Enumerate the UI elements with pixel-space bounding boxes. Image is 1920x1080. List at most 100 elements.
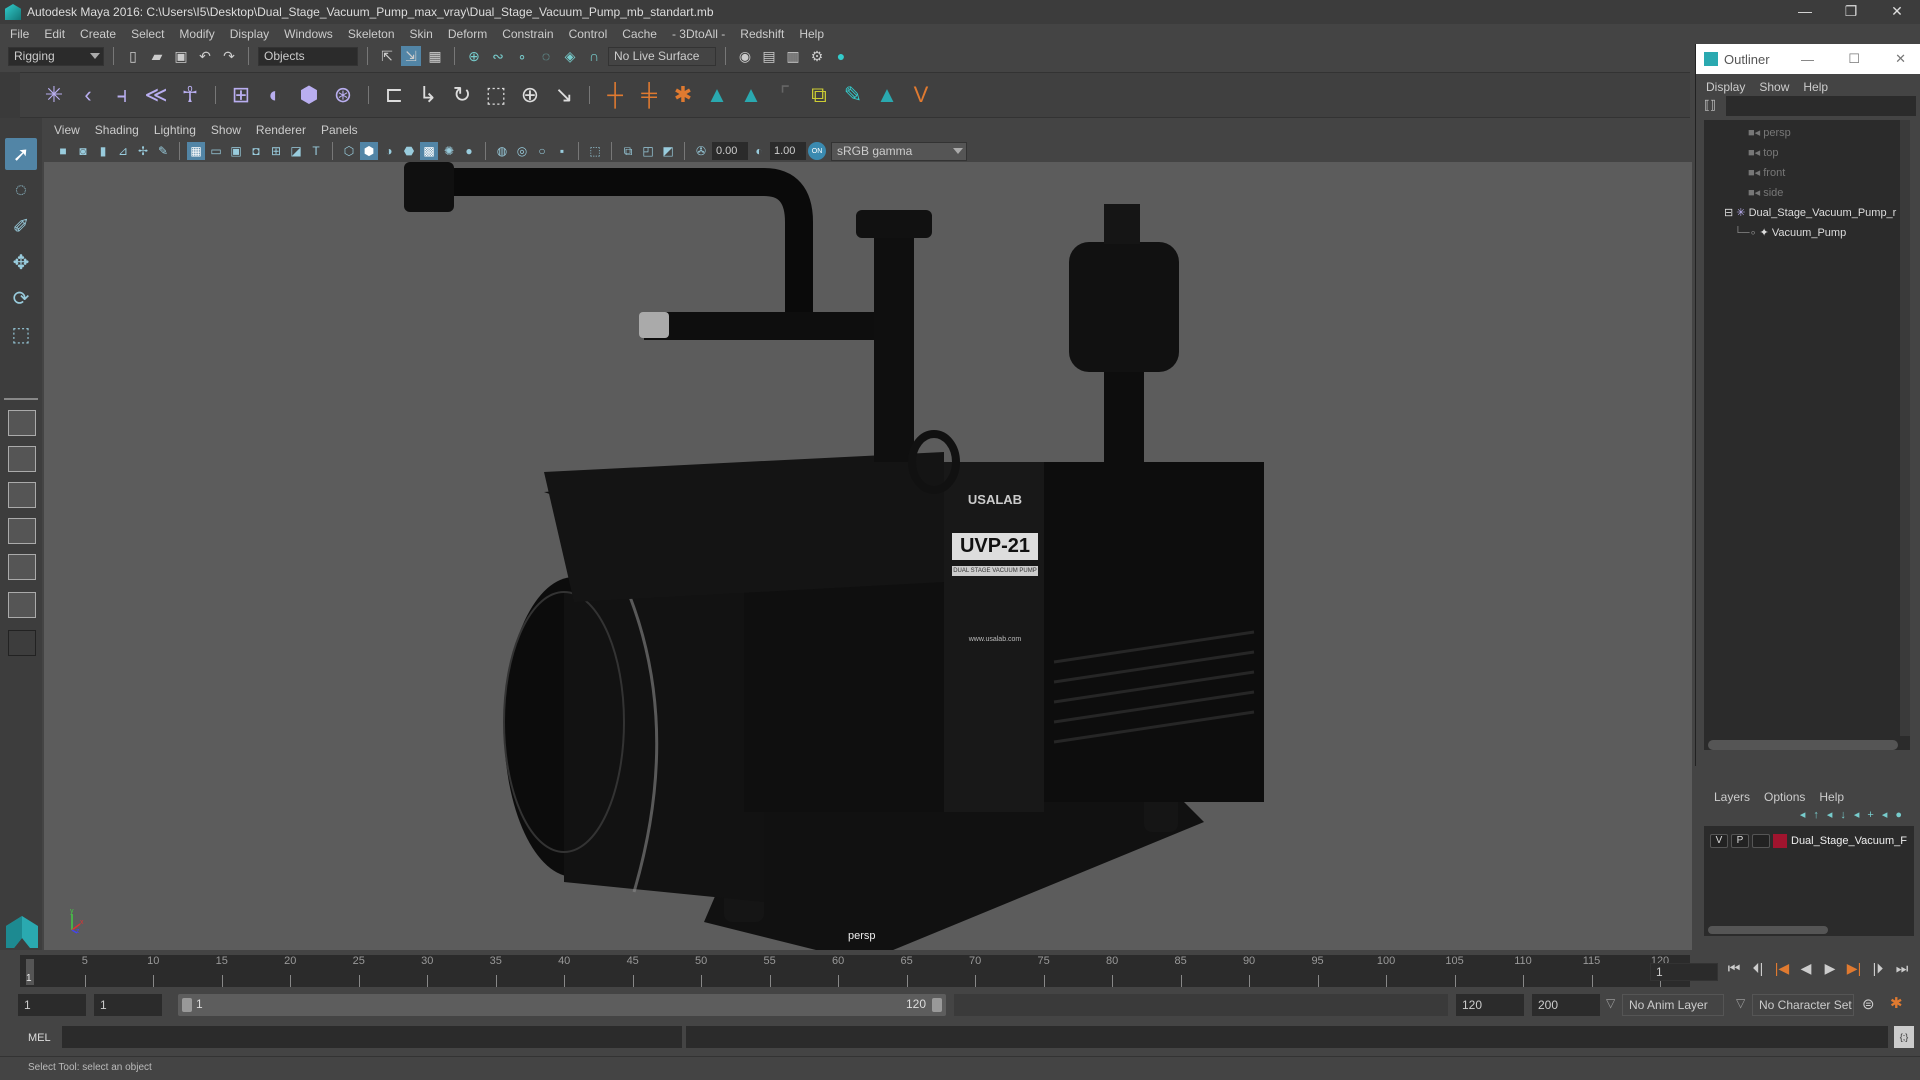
menu-3dtoall[interactable]: - 3DtoAll -: [672, 27, 725, 41]
outliner-hscrollbar[interactable]: [1708, 740, 1898, 750]
xray-joints-icon[interactable]: ◰: [639, 142, 657, 160]
layout-options-button[interactable]: [8, 630, 36, 656]
joint-tool-icon[interactable]: ✳: [40, 81, 68, 109]
character-icon[interactable]: ✱: [669, 81, 697, 109]
lattice-icon[interactable]: ⬢: [295, 81, 323, 109]
ik-handle-icon[interactable]: ‹: [74, 81, 102, 109]
wireframe-on-shaded-icon[interactable]: ⬣: [400, 142, 418, 160]
lasso-tool-icon[interactable]: ◌: [5, 174, 37, 206]
select-hierarchy-icon[interactable]: ⇱: [377, 46, 397, 66]
minimize-button[interactable]: —: [1782, 0, 1828, 24]
start-time-field[interactable]: 1: [18, 994, 86, 1016]
maya-script-icon-3[interactable]: ▲: [873, 81, 901, 109]
layer-hscrollbar[interactable]: [1708, 926, 1828, 934]
four-view-layout-button[interactable]: [8, 446, 36, 472]
bookmark-icon[interactable]: ▮: [94, 142, 112, 160]
use-all-lights-icon[interactable]: ✺: [440, 142, 458, 160]
script-editor-icon[interactable]: {;}: [1894, 1026, 1914, 1048]
menu-display[interactable]: Display: [230, 27, 269, 41]
layer-menu-options[interactable]: Options: [1764, 790, 1805, 804]
outliner-close-button[interactable]: ✕: [1895, 51, 1906, 67]
depth-of-field-icon[interactable]: ▪: [553, 142, 571, 160]
menu-modify[interactable]: Modify: [179, 27, 214, 41]
smooth-shade-icon[interactable]: ⬢: [360, 142, 378, 160]
aim-constraint-icon[interactable]: ⊕: [516, 81, 544, 109]
menu-skeleton[interactable]: Skeleton: [348, 27, 395, 41]
layer-menu-help[interactable]: Help: [1819, 790, 1844, 804]
new-scene-icon[interactable]: ▯: [123, 46, 143, 66]
xray-components-icon[interactable]: ◩: [659, 142, 677, 160]
menu-help[interactable]: Help: [799, 27, 824, 41]
rotate-tool-icon[interactable]: ⟳: [5, 282, 37, 314]
current-frame-field[interactable]: 1: [1650, 963, 1718, 981]
outliner-menu-display[interactable]: Display: [1706, 80, 1745, 94]
menu-redshift[interactable]: Redshift: [740, 27, 784, 41]
vp-menu-show[interactable]: Show: [211, 123, 241, 137]
motion-blur-icon[interactable]: ◎: [513, 142, 531, 160]
persp-graph-outliner-layout-button[interactable]: [8, 592, 36, 618]
select-tool-icon[interactable]: ➚: [5, 138, 37, 170]
image-plane-icon[interactable]: ⊿: [114, 142, 132, 160]
vertex-icon[interactable]: V: [907, 81, 935, 109]
ambient-occlusion-icon[interactable]: ◍: [493, 142, 511, 160]
play-forward-icon[interactable]: ▶: [1821, 960, 1839, 977]
auto-key-icon[interactable]: ⊜: [1862, 995, 1875, 1013]
viewport-persp[interactable]: USALAB UVP-21 DUAL STAGE VACUUM PUMP www…: [44, 162, 1692, 950]
outliner-persp-layout-button[interactable]: [8, 482, 36, 508]
hypershade-layout-button[interactable]: [8, 554, 36, 580]
cluster-icon[interactable]: ⊛: [329, 81, 357, 109]
redo-icon[interactable]: ↷: [219, 46, 239, 66]
menuset-dropdown[interactable]: Rigging: [8, 46, 104, 66]
range-start-handle[interactable]: [182, 998, 192, 1012]
locator-icon[interactable]: ┼: [601, 81, 629, 109]
menu-create[interactable]: Create: [80, 27, 116, 41]
maya-script-icon-2[interactable]: ▲: [737, 81, 765, 109]
isolate-select-icon[interactable]: ⬚: [586, 142, 604, 160]
layer-display-type-toggle[interactable]: [1752, 834, 1770, 848]
range-end-handle[interactable]: [932, 998, 942, 1012]
new-layer-selected-icon[interactable]: ◂●: [1882, 809, 1910, 821]
orient-constraint-icon[interactable]: ↻: [448, 81, 476, 109]
menu-windows[interactable]: Windows: [284, 27, 333, 41]
camera-attributes-icon[interactable]: ◙: [74, 142, 92, 160]
menu-constrain[interactable]: Constrain: [502, 27, 553, 41]
menu-skin[interactable]: Skin: [410, 27, 433, 41]
step-back-key-icon[interactable]: |◀: [1773, 960, 1791, 977]
close-button[interactable]: ✕: [1874, 0, 1920, 24]
snap-live-icon[interactable]: ◈: [560, 46, 580, 66]
exposure-field[interactable]: 0.00: [712, 142, 748, 160]
menu-cache[interactable]: Cache: [622, 27, 657, 41]
layer-playback-toggle[interactable]: P: [1731, 834, 1749, 848]
outliner-item-side[interactable]: ■◂ side: [1748, 186, 1783, 199]
humanik-icon[interactable]: ☥: [176, 81, 204, 109]
remove-influence-icon[interactable]: ⧉: [805, 81, 833, 109]
pole-vector-icon[interactable]: ↘: [550, 81, 578, 109]
paint-select-tool-icon[interactable]: ✐: [5, 210, 37, 242]
vacuum-pump-model[interactable]: [44, 162, 1692, 950]
vp-menu-view[interactable]: View: [54, 123, 80, 137]
outliner-maximize-button[interactable]: ☐: [1848, 51, 1860, 67]
selection-mask-dropdown[interactable]: Objects: [258, 46, 358, 66]
move-layer-up-icon[interactable]: ◂↑: [1800, 809, 1827, 821]
render-options-icon[interactable]: ⚙: [807, 46, 827, 66]
select-camera-icon[interactable]: ■: [54, 142, 72, 160]
outliner-item-persp[interactable]: ■◂ persp: [1748, 126, 1791, 139]
shelf-options[interactable]: [0, 72, 20, 118]
anti-aliasing-icon[interactable]: ○: [533, 142, 551, 160]
outliner-minimize-button[interactable]: —: [1801, 52, 1814, 67]
outliner-item-mesh[interactable]: └─∘ ✦ Vacuum_Pump: [1734, 226, 1846, 239]
two-d-pan-zoom-icon[interactable]: ✢: [134, 142, 152, 160]
xray-icon[interactable]: ⧉: [619, 142, 637, 160]
current-time-marker[interactable]: 1: [26, 959, 34, 985]
go-to-end-icon[interactable]: ⏭: [1893, 960, 1911, 977]
menu-file[interactable]: File: [10, 27, 29, 41]
character-set-arrow-icon[interactable]: ▽: [1736, 996, 1745, 1010]
blend-shape-icon[interactable]: ◐: [261, 81, 289, 109]
play-backward-icon[interactable]: ◀: [1797, 960, 1815, 977]
range-slider[interactable]: 1 120: [178, 994, 946, 1016]
outliner-filter-icon[interactable]: ⟦⟧: [1704, 98, 1716, 112]
field-chart-icon[interactable]: ⊞: [267, 142, 285, 160]
move-tool-icon[interactable]: ✥: [5, 246, 37, 278]
layer-color-swatch[interactable]: [1773, 834, 1787, 848]
time-slider[interactable]: 5 10 15 20 25 30 35 40 45 50 55 60 65 70 75 80 85 90 95 100…: [20, 955, 1690, 987]
